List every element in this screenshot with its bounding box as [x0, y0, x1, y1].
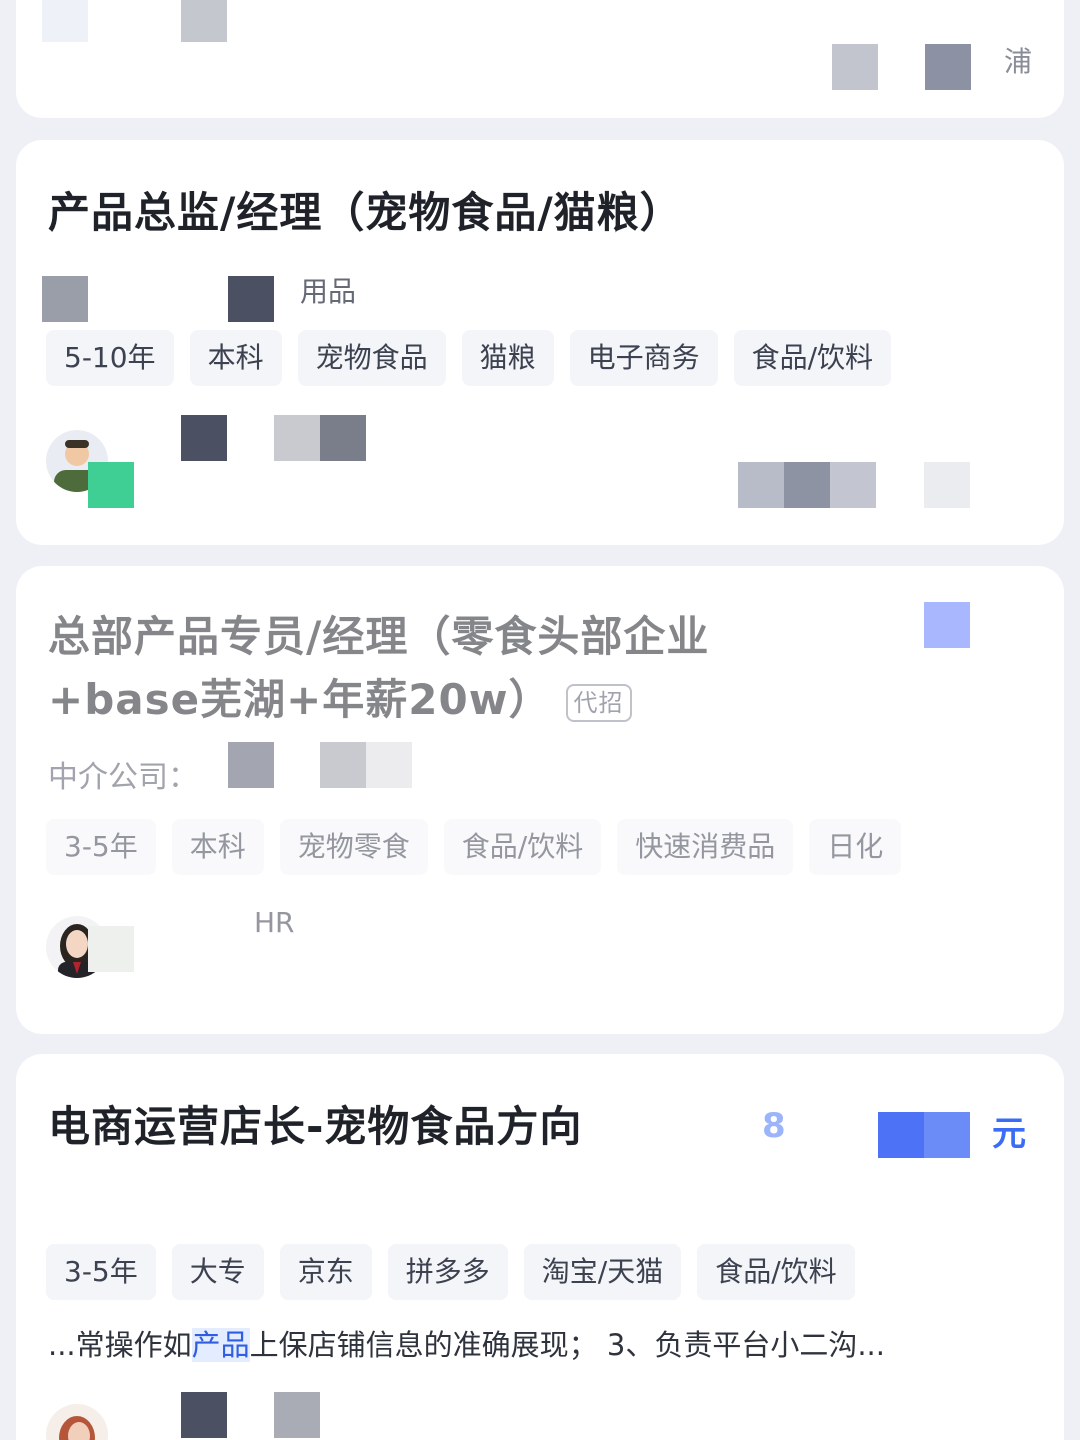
tag: 食品/饮料 — [697, 1244, 855, 1300]
redacted-block — [320, 742, 366, 788]
redacted-block — [181, 415, 227, 461]
tag-list: 3-5年 大专 京东 拼多多 淘宝/天猫 食品/饮料 — [46, 1244, 855, 1300]
agency-label: 中介公司： — [48, 760, 198, 795]
tag: 本科 — [171, 819, 264, 875]
redacted-block — [320, 415, 366, 461]
redacted-block — [88, 926, 134, 972]
redacted-block — [924, 462, 970, 508]
job-card-1[interactable]: 产品总监/经理（宠物食品/猫粮） 用品 5-10年 本科 宠物食品 猫粮 电子商… — [16, 140, 1064, 545]
job-description: ...常操作如产品上保店铺信息的准确展现； 3、负责平台小二沟... — [48, 1322, 885, 1364]
redacted-block — [181, 1392, 227, 1438]
avatar-photo-icon — [46, 1404, 108, 1440]
tag-list: 5-10年 本科 宠物食品 猫粮 电子商务 食品/饮料 — [46, 330, 892, 386]
agency-badge: 代招 — [565, 683, 632, 722]
tag: 拼多多 — [387, 1244, 508, 1300]
tag: 本科 — [189, 330, 282, 386]
job-title: 产品总监/经理（宠物食品/猫粮） — [48, 188, 683, 237]
location-text: 浦 — [1004, 45, 1033, 78]
tag: 3-5年 — [46, 819, 156, 875]
salary-unit: 元 — [992, 1114, 1026, 1154]
job-title-text: +base芜湖+年薪20w） — [48, 675, 552, 724]
desc-text: 上保店铺信息的准确展现； 3、负责平台小二沟... — [249, 1328, 885, 1362]
redacted-block — [228, 742, 274, 788]
redacted-block — [274, 415, 320, 461]
redacted-block — [42, 276, 88, 322]
salary-text: 8 — [762, 1106, 786, 1146]
tag: 淘宝/天猫 — [523, 1244, 682, 1300]
redacted-block — [830, 462, 876, 508]
tag: 宠物零食 — [279, 819, 428, 875]
tag: 快速消费品 — [617, 819, 794, 875]
tag: 电子商务 — [569, 330, 718, 386]
job-title-line-2: +base芜湖+年薪20w） 代招 — [48, 669, 632, 731]
redacted-block — [181, 0, 227, 42]
redacted-block — [42, 0, 88, 42]
company-name: 用品 — [300, 275, 357, 308]
tag: 5-10年 — [46, 330, 174, 386]
desc-highlight: 产品 — [191, 1328, 250, 1362]
tag-list: 3-5年 本科 宠物零食 食品/饮料 快速消费品 日化 — [46, 819, 902, 875]
job-title-line-1: 总部产品专员/经理（零食头部企业 — [48, 612, 710, 661]
tag: 猫粮 — [461, 330, 554, 386]
redacted-block — [228, 276, 274, 322]
tag: 3-5年 — [46, 1244, 156, 1300]
redacted-block — [738, 462, 784, 508]
redacted-block — [784, 462, 830, 508]
tag: 大专 — [171, 1244, 264, 1300]
recruiter-role: HR — [254, 906, 295, 939]
job-title: 电商运营店长-宠物食品方向 — [48, 1102, 583, 1151]
redacted-block — [366, 742, 412, 788]
redacted-block — [924, 1112, 970, 1158]
tag: 宠物食品 — [297, 330, 446, 386]
tag: 食品/饮料 — [733, 330, 892, 386]
tag: 食品/饮料 — [443, 819, 602, 875]
recruiter-avatar[interactable] — [46, 1404, 108, 1440]
redacted-block — [274, 1392, 320, 1438]
tag: 京东 — [279, 1244, 372, 1300]
redacted-block — [878, 1112, 924, 1158]
redacted-block — [88, 462, 134, 508]
job-card-0[interactable]: 浦 — [16, 0, 1064, 118]
redacted-block — [924, 602, 970, 648]
redacted-block — [925, 44, 971, 90]
job-card-3[interactable]: 电商运营店长-宠物食品方向 8 元 3-5年 大专 京东 拼多多 淘宝/天猫 食… — [16, 1054, 1064, 1440]
tag: 日化 — [809, 819, 902, 875]
job-card-2[interactable]: 总部产品专员/经理（零食头部企业 +base芜湖+年薪20w） 代招 中介公司： … — [16, 566, 1064, 1034]
desc-text: ...常操作如 — [48, 1328, 192, 1362]
redacted-block — [832, 44, 878, 90]
